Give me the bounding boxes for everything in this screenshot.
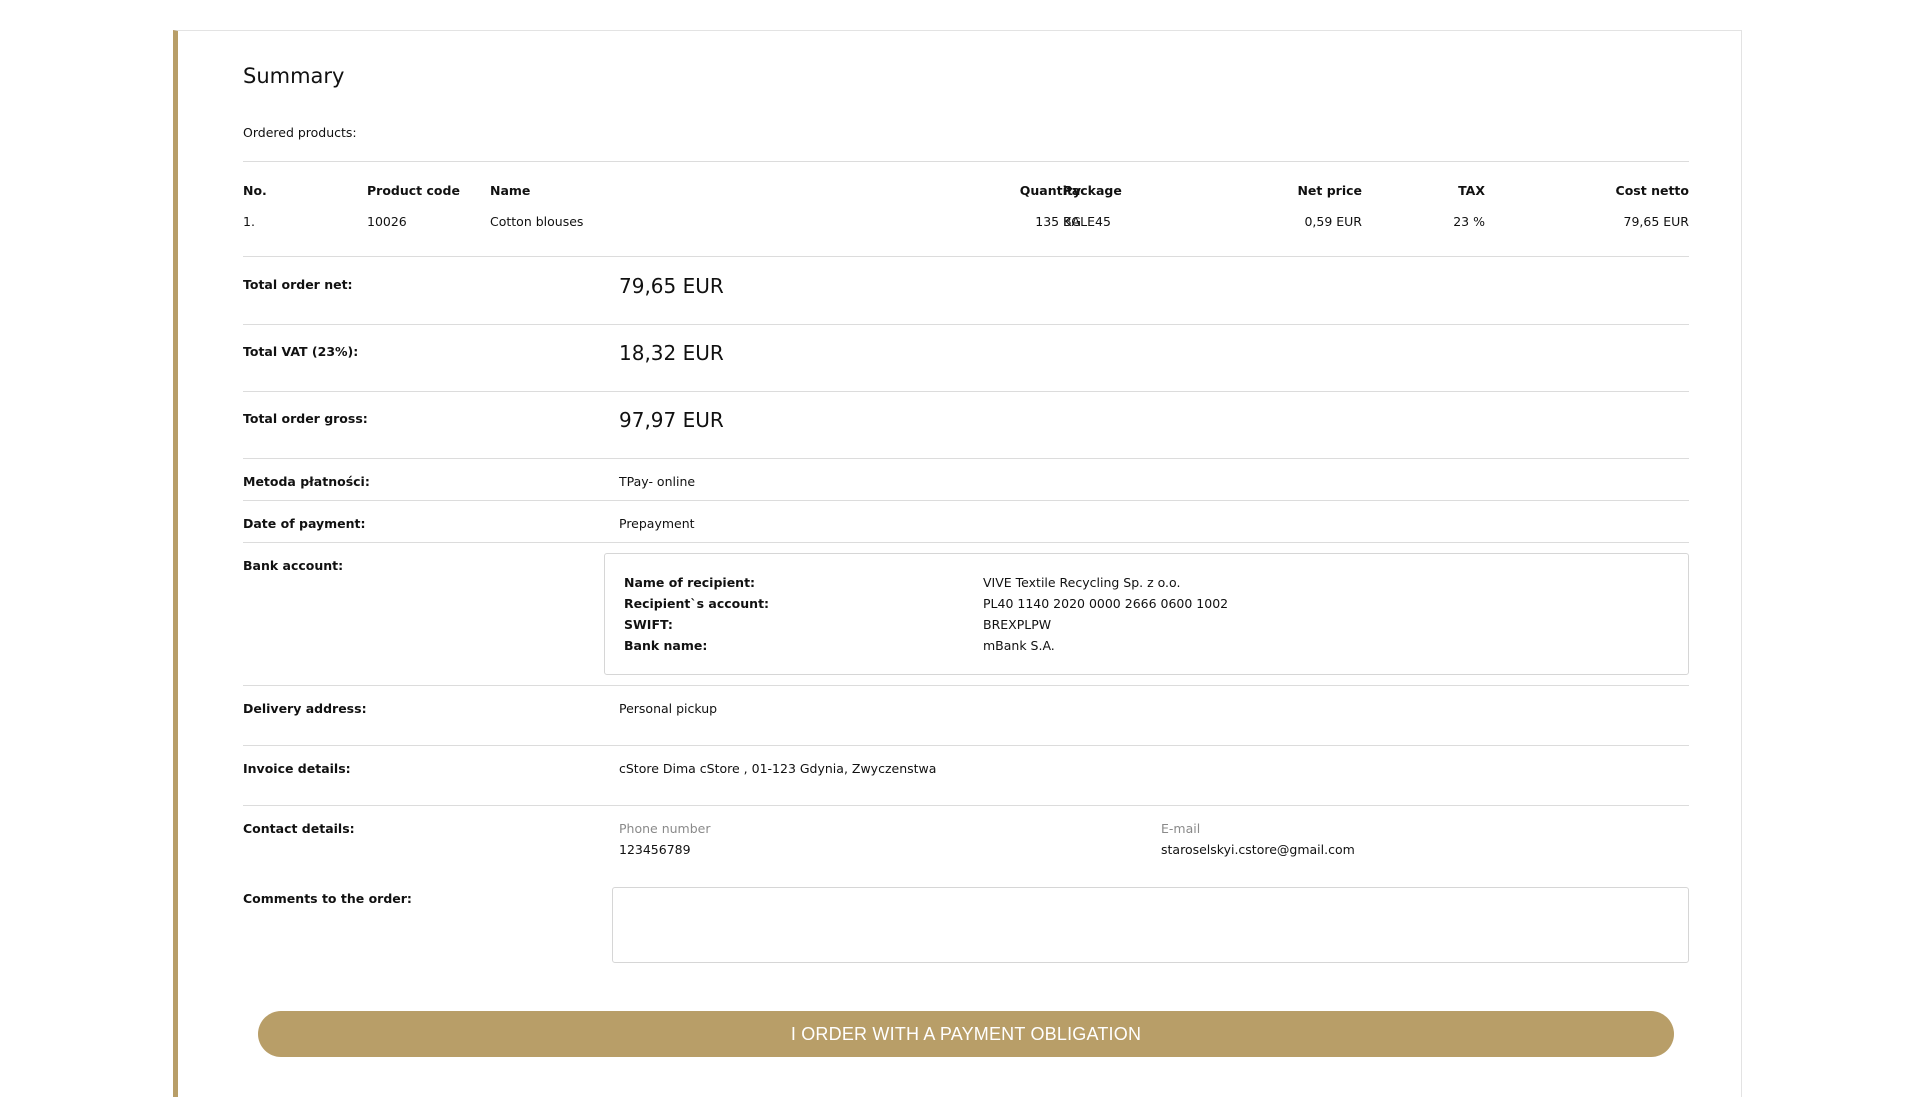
invoice-details-label: Invoice details: [243, 761, 351, 776]
cell-tax: 23 % [1453, 214, 1485, 229]
recipient-account-value: PL40 1140 2020 0000 2666 0600 1002 [983, 596, 1229, 611]
page-title: Summary [243, 64, 345, 88]
delivery-address-value: Personal pickup [619, 701, 718, 716]
total-net-value: 79,65 EUR [619, 274, 724, 298]
phone-label: Phone number [619, 821, 711, 836]
divider [243, 805, 1689, 806]
cell-no: 1. [243, 214, 255, 229]
recipient-name-value: VIVE Textile Recycling Sp. z o.o. [983, 575, 1181, 590]
cell-quantity: 135 KG [1035, 214, 1081, 229]
divider [243, 685, 1689, 686]
comments-textarea[interactable] [612, 887, 1689, 963]
cell-product-code: 10026 [367, 214, 407, 229]
payment-method-label: Metoda płatności: [243, 474, 370, 489]
divider [243, 161, 1689, 162]
divider [243, 458, 1689, 459]
cell-net-price: 0,59 EUR [1304, 214, 1362, 229]
divider [243, 745, 1689, 746]
total-vat-value: 18,32 EUR [619, 341, 724, 365]
swift-value: BREXPLPW [983, 617, 1052, 632]
invoice-details-value: cStore Dima cStore , 01-123 Gdynia, Zwyc… [619, 761, 937, 776]
column-header-tax: TAX [1458, 183, 1485, 198]
swift-label: SWIFT: [624, 617, 673, 632]
contact-details-label: Contact details: [243, 821, 355, 836]
total-vat-label: Total VAT (23%): [243, 344, 359, 359]
email-value: staroselskyi.cstore@gmail.com [1161, 842, 1355, 857]
column-header-product-code: Product code [367, 183, 460, 198]
divider [243, 500, 1689, 501]
column-header-net-price: Net price [1297, 183, 1362, 198]
cell-name: Cotton blouses [490, 214, 584, 229]
payment-date-value: Prepayment [619, 516, 695, 531]
summary-card: Summary Ordered products: No. Product co… [173, 30, 1742, 1097]
bank-account-label: Bank account: [243, 558, 344, 573]
comments-label: Comments to the order: [243, 891, 412, 906]
cell-package: BALE45 [1063, 214, 1111, 229]
bank-name-value: mBank S.A. [983, 638, 1055, 653]
divider [243, 391, 1689, 392]
bank-account-box: Name of recipient: VIVE Textile Recyclin… [604, 553, 1689, 675]
column-header-package: Package [1063, 183, 1122, 198]
payment-method-value: TPay- online [619, 474, 696, 489]
total-gross-value: 97,97 EUR [619, 408, 724, 432]
phone-value: 123456789 [619, 842, 691, 857]
column-header-name: Name [490, 183, 531, 198]
delivery-address-label: Delivery address: [243, 701, 367, 716]
bank-name-label: Bank name: [624, 638, 708, 653]
divider [243, 324, 1689, 325]
email-label: E-mail [1161, 821, 1201, 836]
total-net-label: Total order net: [243, 277, 353, 292]
total-gross-label: Total order gross: [243, 411, 368, 426]
column-header-quantity: Quantity [1019, 183, 1081, 198]
column-header-cost-netto: Cost netto [1615, 183, 1689, 198]
divider [243, 256, 1689, 257]
ordered-products-label: Ordered products: [243, 125, 357, 140]
recipient-name-label: Name of recipient: [624, 575, 756, 590]
cell-cost-netto: 79,65 EUR [1623, 214, 1690, 229]
column-header-no: No. [243, 183, 267, 198]
divider [243, 542, 1689, 543]
order-with-payment-button[interactable]: I ORDER WITH A PAYMENT OBLIGATION [258, 1011, 1674, 1057]
payment-date-label: Date of payment: [243, 516, 366, 531]
recipient-account-label: Recipient`s account: [624, 596, 770, 611]
